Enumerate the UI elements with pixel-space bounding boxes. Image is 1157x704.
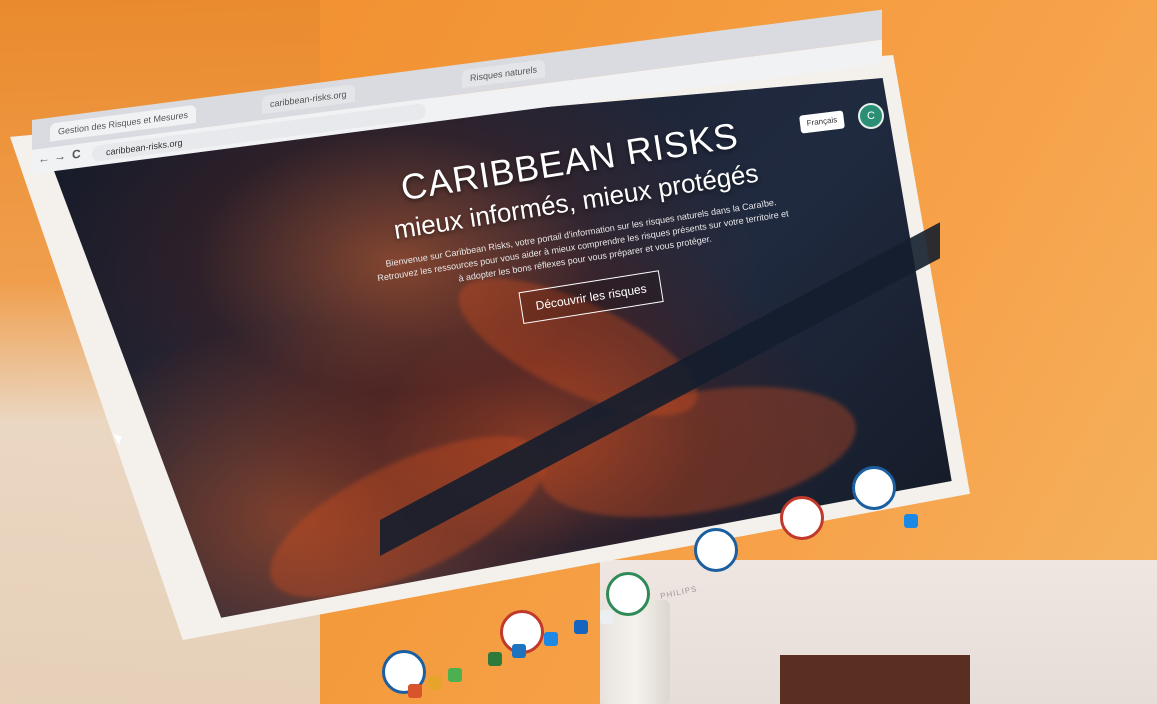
- windows-start-icon[interactable]: [904, 514, 918, 528]
- taskbar-app-icon[interactable]: [448, 668, 462, 682]
- browser-tab[interactable]: Risques naturels: [462, 59, 546, 89]
- taskbar-app-icon[interactable]: [408, 684, 422, 698]
- taskbar-app-icon[interactable]: [512, 644, 526, 658]
- taskbar-app-icon[interactable]: [600, 610, 614, 624]
- taskbar-app-icon[interactable]: [574, 620, 588, 634]
- wave-icon[interactable]: [852, 466, 896, 510]
- taskbar-app-icon[interactable]: [544, 632, 558, 646]
- reload-icon[interactable]: C: [72, 147, 81, 162]
- forward-icon[interactable]: →: [54, 149, 66, 165]
- profile-avatar[interactable]: C: [858, 103, 884, 129]
- house-icon[interactable]: [694, 528, 738, 572]
- back-icon[interactable]: ←: [38, 151, 50, 167]
- taskbar-app-icon[interactable]: [488, 652, 502, 666]
- desk-box: [780, 655, 970, 704]
- vegetation-icon[interactable]: [606, 572, 650, 616]
- taskbar-app-icon[interactable]: [428, 676, 442, 690]
- url-text: caribbean-risks.org: [106, 137, 183, 158]
- no-entry-icon[interactable]: [780, 496, 824, 540]
